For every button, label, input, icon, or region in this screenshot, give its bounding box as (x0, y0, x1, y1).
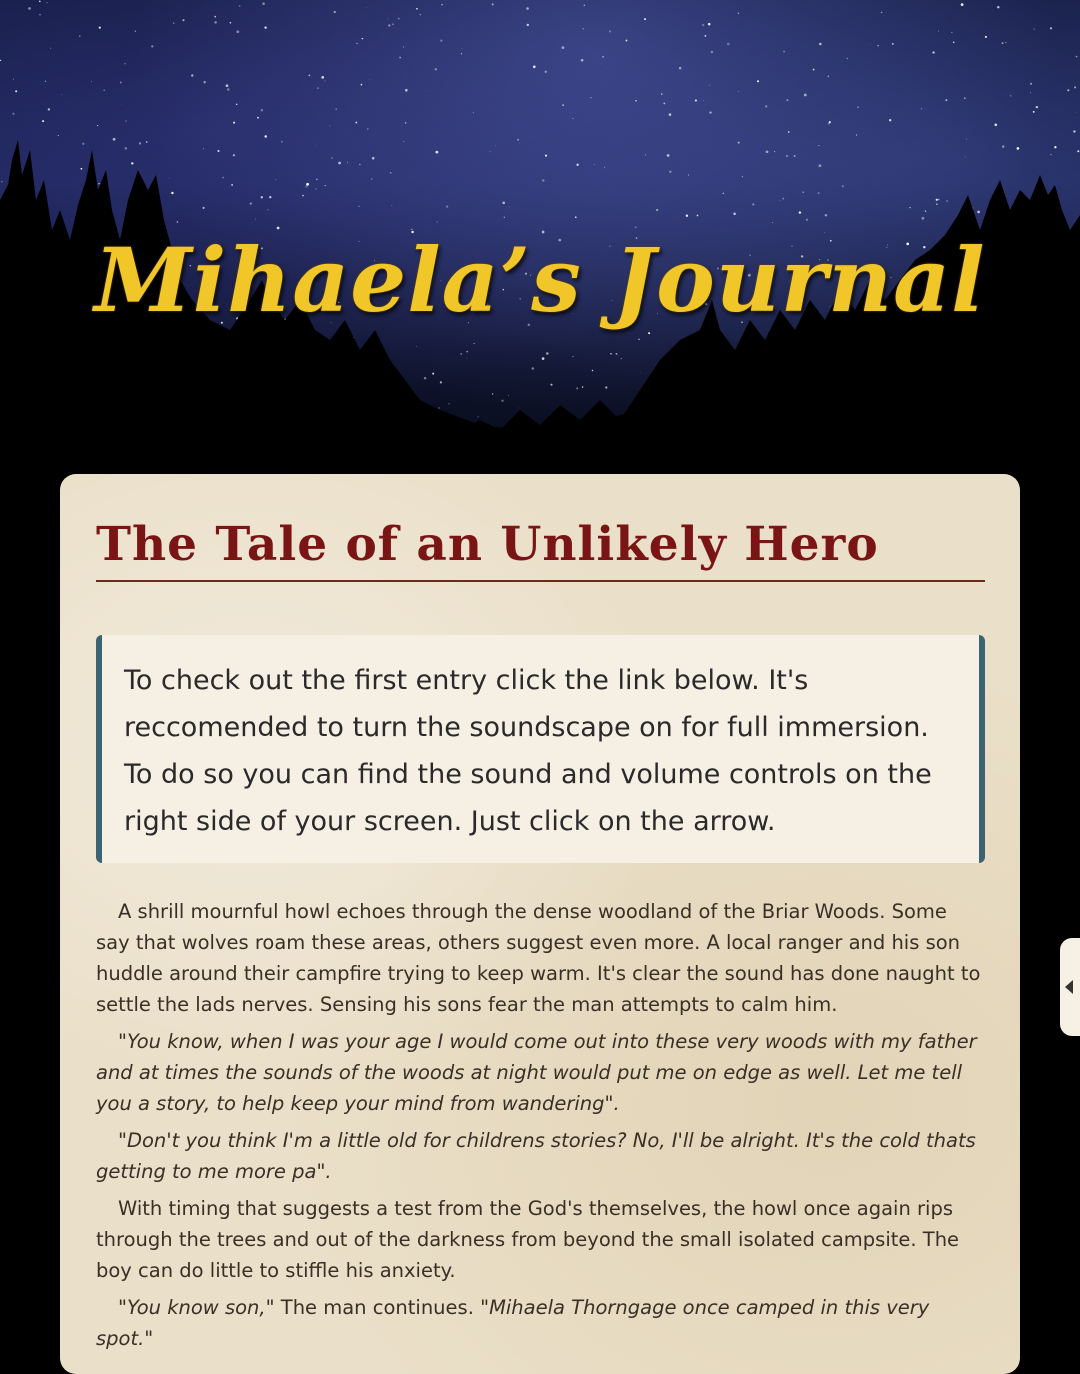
story-paragraph: A shrill mournful howl echoes through th… (96, 900, 981, 1016)
story-paragraph: With timing that suggests a test from th… (96, 1197, 960, 1282)
info-notice: To check out the first entry click the l… (96, 635, 985, 863)
entry-title: The Tale of an Unlikely Hero (96, 517, 879, 572)
header-banner: Mihaela’s Journal (0, 0, 1080, 520)
title-divider (96, 580, 985, 582)
notice-text: To check out the first entry click the l… (124, 665, 932, 837)
journal-card: The Tale of an Unlikely Hero To check ou… (60, 474, 1020, 1374)
site-title: Mihaela’s Journal (94, 228, 986, 332)
story-dialog: "You know, when I was your age I would c… (96, 1030, 977, 1115)
story-dialog: "Don't you think I'm a little old for ch… (96, 1129, 976, 1183)
arrow-left-icon[interactable] (1065, 980, 1073, 994)
story-body: A shrill mournful howl echoes through th… (96, 896, 986, 1360)
sound-controls-toggle[interactable] (1060, 938, 1080, 1036)
story-dialog-inline: "You know son," (118, 1296, 275, 1319)
story-narration-inline: The man continues. (274, 1296, 481, 1319)
story-paragraph: "You know son," The man continues. "Miha… (96, 1292, 986, 1354)
